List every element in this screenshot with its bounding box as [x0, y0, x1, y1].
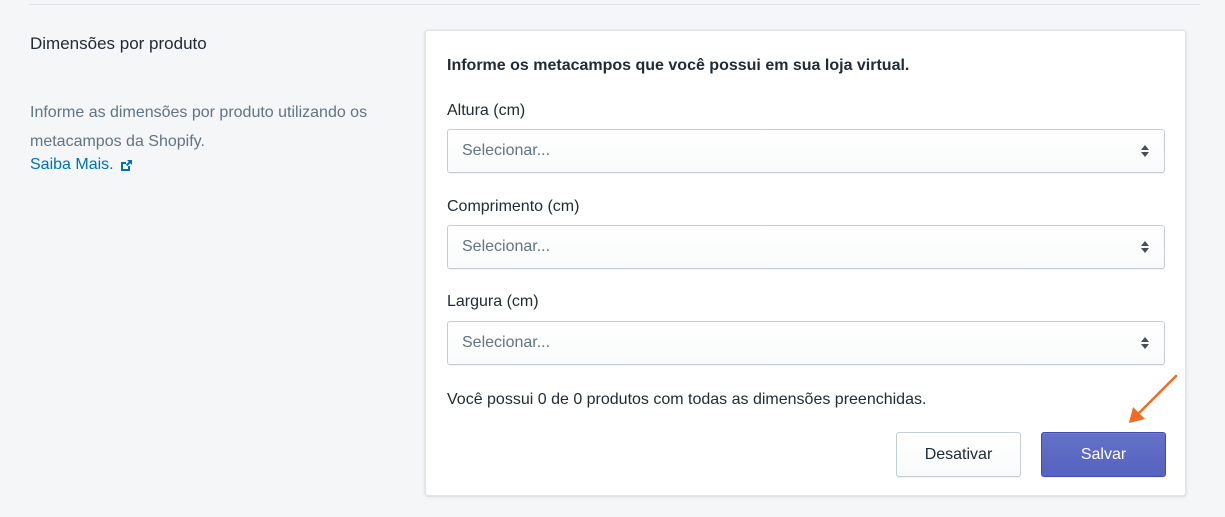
external-link-icon	[120, 159, 132, 171]
width-select[interactable]: Selecionar...	[447, 321, 1165, 365]
dimensions-summary: Você possui 0 de 0 produtos com todas as…	[447, 391, 927, 408]
height-select[interactable]: Selecionar...	[447, 129, 1165, 173]
select-arrows-icon	[1141, 337, 1149, 349]
width-label: Largura (cm)	[447, 293, 539, 310]
disable-button[interactable]: Desativar	[896, 432, 1021, 477]
save-button[interactable]: Salvar	[1041, 432, 1166, 477]
length-label: Comprimento (cm)	[447, 198, 580, 215]
section-description: Informe as dimensões por produto utiliza…	[30, 104, 368, 150]
learn-more-label: Saiba Mais.	[30, 156, 114, 173]
select-arrows-icon	[1141, 241, 1149, 253]
height-label: Altura (cm)	[447, 102, 526, 119]
length-select[interactable]: Selecionar...	[447, 225, 1165, 269]
section-annotation: Dimensões por produto Informe as dimensõ…	[30, 33, 390, 175]
length-select-value: Selecionar...	[462, 238, 551, 255]
dimensions-card: Informe os metacampos que você possui em…	[425, 30, 1186, 496]
width-select-value: Selecionar...	[462, 334, 551, 351]
height-select-value: Selecionar...	[462, 142, 551, 159]
learn-more-link[interactable]: Saiba Mais.	[30, 155, 133, 175]
section-title: Dimensões por produto	[30, 34, 207, 53]
select-arrows-icon	[1141, 145, 1149, 157]
top-divider	[30, 4, 1200, 5]
card-heading: Informe os metacampos que você possui em…	[447, 57, 910, 74]
